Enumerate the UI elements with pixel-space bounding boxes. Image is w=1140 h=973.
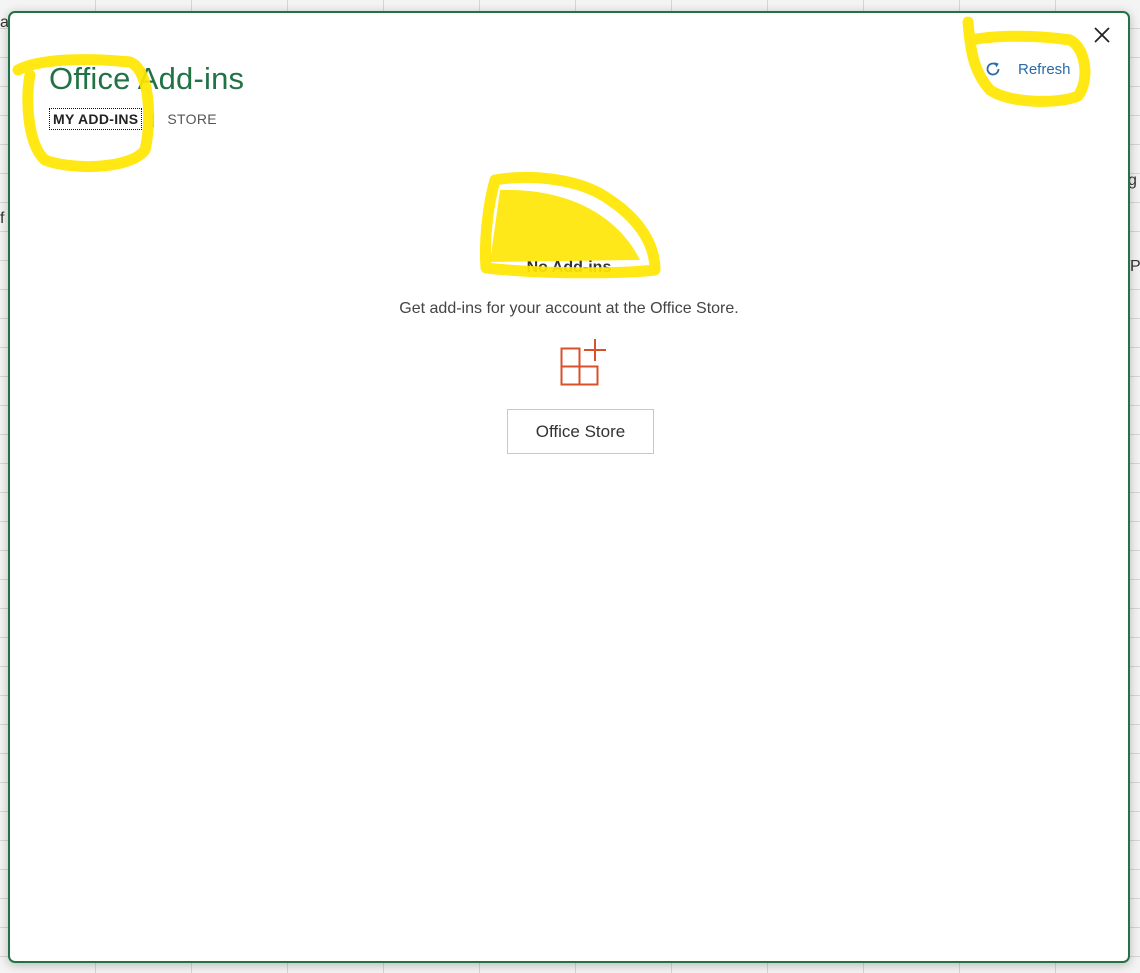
- office-store-button[interactable]: Office Store: [507, 409, 654, 454]
- refresh-label: Refresh: [1018, 60, 1071, 78]
- background-cell-text: f: [0, 210, 5, 227]
- close-button[interactable]: [1090, 23, 1114, 47]
- close-icon: [1094, 27, 1110, 43]
- refresh-button[interactable]: Refresh: [984, 60, 1071, 78]
- tab-store[interactable]: STORE: [167, 111, 216, 127]
- tab-separator: |: [151, 111, 156, 127]
- dialog-title: Office Add-ins: [49, 61, 245, 96]
- empty-state-description: Get add-ins for your account at the Offi…: [399, 300, 739, 317]
- tab-my-add-ins[interactable]: MY ADD-INS: [48, 108, 143, 130]
- office-addins-dialog: Office Add-ins MY ADD-INS | STORE Refres…: [8, 11, 1130, 963]
- background-cell-text: P: [1130, 258, 1140, 275]
- add-grid-icon: [560, 339, 606, 386]
- tab-bar: MY ADD-INS | STORE: [48, 108, 217, 130]
- refresh-icon: [986, 62, 1000, 76]
- empty-state-heading: No Add-ins: [526, 259, 612, 276]
